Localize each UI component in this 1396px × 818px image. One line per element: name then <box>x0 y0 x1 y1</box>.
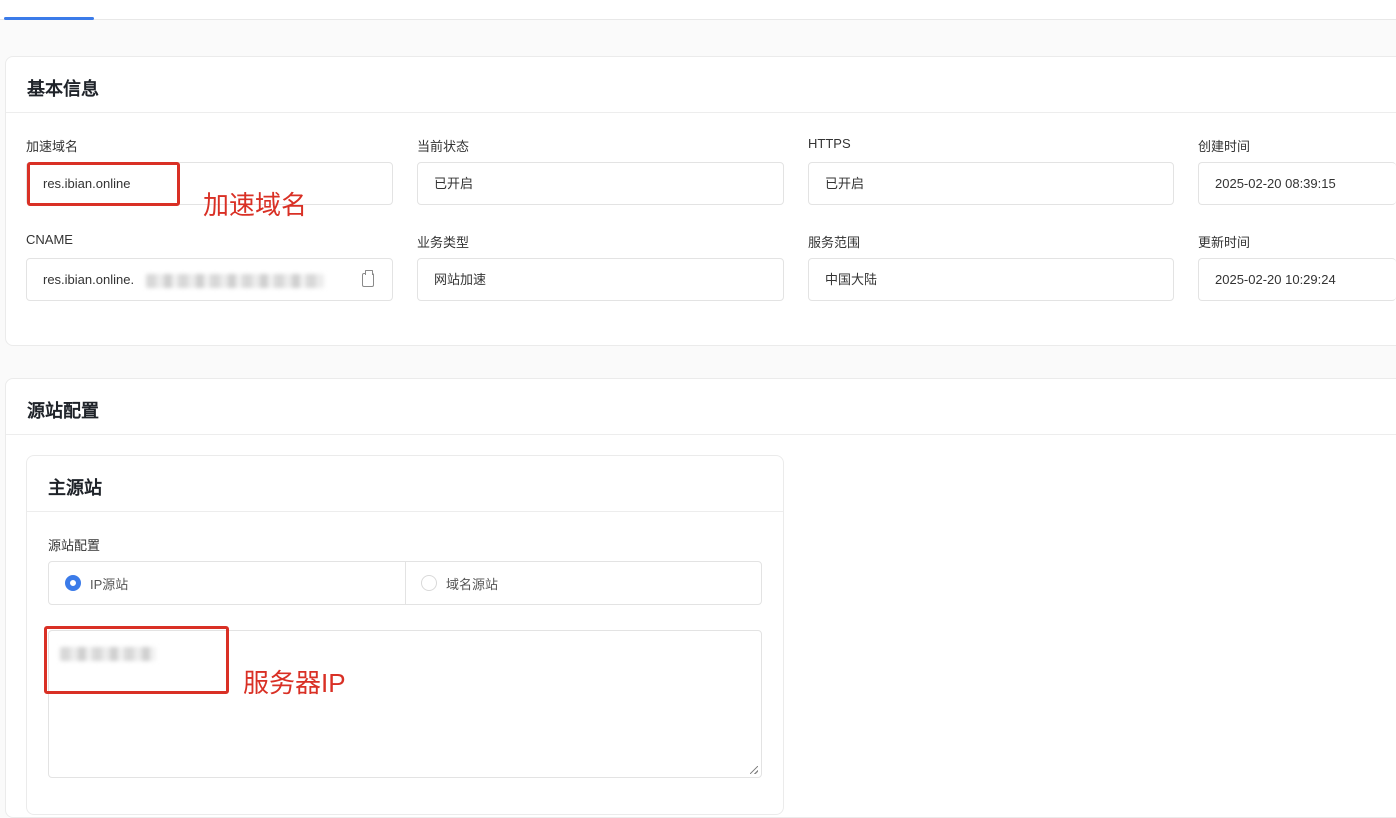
radio-separator <box>405 562 406 604</box>
primary-origin-title: 主源站 <box>48 478 102 498</box>
card-divider <box>6 112 1396 113</box>
radio-checked-icon <box>65 575 81 591</box>
radio-unchecked-icon <box>421 575 437 591</box>
current-status-field[interactable]: 已开启 <box>417 162 784 205</box>
service-scope-field[interactable]: 中国大陆 <box>808 258 1174 301</box>
active-tab-indicator <box>4 17 94 20</box>
ip-annotation-text: 服务器IP <box>243 668 346 698</box>
cname-value: res.ibian.online. <box>43 272 135 287</box>
https-label: HTTPS <box>808 136 851 151</box>
radio-domain-origin[interactable]: 域名源站 <box>421 562 498 604</box>
domain-annotation-text: 加速域名 <box>203 190 308 220</box>
domain-annotation-box <box>27 162 180 206</box>
resize-handle-icon[interactable] <box>750 766 758 774</box>
origin-type-radio-group: IP源站 域名源站 <box>48 561 762 605</box>
card-divider <box>6 434 1396 435</box>
card-divider <box>27 511 783 512</box>
cname-label: CNAME <box>26 232 73 247</box>
updated-time-label: 更新时间 <box>1198 235 1251 250</box>
copy-icon[interactable] <box>362 270 374 287</box>
origin-config-title: 源站配置 <box>27 401 99 421</box>
cname-redacted <box>146 274 324 288</box>
https-field[interactable]: 已开启 <box>808 162 1174 205</box>
ip-annotation-box <box>44 626 229 694</box>
business-type-label: 业务类型 <box>417 235 470 250</box>
created-time-field[interactable]: 2025-02-20 08:39:15 <box>1198 162 1396 205</box>
business-type-field[interactable]: 网站加速 <box>417 258 784 301</box>
origin-config-label: 源站配置 <box>48 538 101 553</box>
radio-ip-origin[interactable]: IP源站 <box>65 562 128 604</box>
radio-ip-origin-label: IP源站 <box>90 576 129 592</box>
accel-domain-label: 加速域名 <box>26 139 79 154</box>
tab-bar <box>0 0 1396 20</box>
radio-domain-origin-label: 域名源站 <box>446 576 499 592</box>
current-status-label: 当前状态 <box>417 139 470 154</box>
service-scope-label: 服务范围 <box>808 235 861 250</box>
basic-info-title: 基本信息 <box>27 79 99 99</box>
updated-time-field[interactable]: 2025-02-20 10:29:24 <box>1198 258 1396 301</box>
created-time-label: 创建时间 <box>1198 139 1251 154</box>
